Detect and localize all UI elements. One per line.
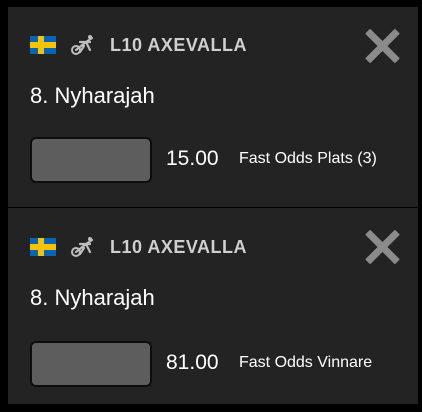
sulky-icon (71, 237, 94, 257)
close-icon[interactable] (364, 230, 398, 264)
close-icon[interactable] (364, 29, 398, 63)
sulky-icon (71, 35, 94, 55)
betslip-card: L10 AXEVALLA 8. Nyharajah 81.00 Fast Odd… (8, 208, 418, 404)
sweden-flag-icon (30, 36, 56, 54)
bet-type-label: Fast Odds Plats (3) (239, 150, 377, 167)
betslip-card: L10 AXEVALLA 8. Nyharajah 15.00 Fast Odd… (8, 7, 418, 207)
stake-input[interactable] (30, 137, 152, 183)
race-label: L10 AXEVALLA (110, 236, 248, 257)
odds-value: 15.00 (166, 147, 219, 170)
odds-value: 81.00 (166, 351, 219, 374)
horse-name: 8. Nyharajah (30, 83, 155, 108)
bet-type-label: Fast Odds Vinnare (239, 354, 373, 371)
race-label: L10 AXEVALLA (110, 34, 248, 55)
stake-input[interactable] (30, 341, 152, 387)
sweden-flag-icon (30, 238, 56, 256)
horse-name: 8. Nyharajah (30, 285, 155, 310)
bet-header: L10 AXEVALLA (30, 235, 247, 259)
bet-header: L10 AXEVALLA (30, 33, 247, 57)
